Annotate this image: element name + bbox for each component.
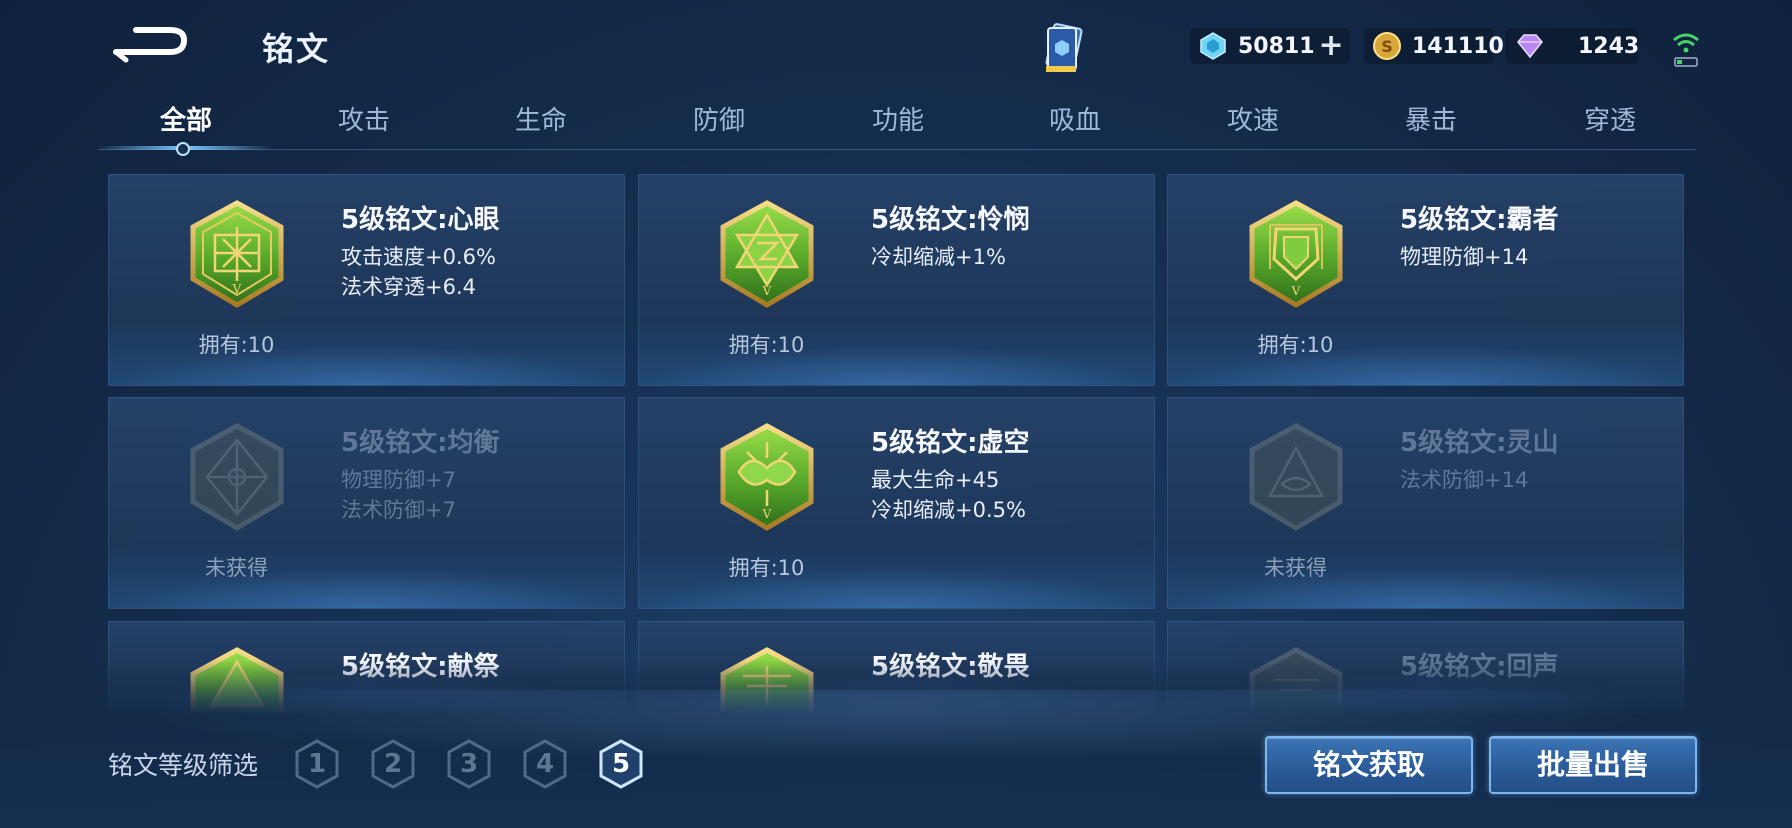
inscription-name: 5级铭文:虚空 <box>871 428 1030 458</box>
inscription-emblem-icon: V <box>720 200 814 308</box>
inscription-emblem-icon: V <box>720 423 814 531</box>
inscription-stat: 法术防御+14 <box>1400 468 1529 492</box>
page-title: 铭文 <box>262 30 331 68</box>
wifi-battery-icon <box>1668 26 1704 68</box>
inscription-stat: 最大生命+45 <box>871 468 1000 492</box>
active-tab-dot <box>176 142 190 156</box>
tab-lifesteal[interactable]: 吸血 <box>1005 100 1145 146</box>
inscription-card-xinyan[interactable]: V 5级铭文:心眼 攻击速度+0.6% 法术穿透+6.4 拥有:10 <box>108 174 625 386</box>
inscription-card-bazhe[interactable]: V 5级铭文:霸者 物理防御+14 拥有:10 <box>1167 174 1684 386</box>
tab-health[interactable]: 生命 <box>471 100 611 146</box>
inscription-stat: 冷却缩减+0.5% <box>871 498 1026 522</box>
svg-text:V: V <box>232 282 242 296</box>
purple-crystal-icon <box>1517 34 1543 59</box>
inscription-emblem-icon: V <box>1249 200 1343 308</box>
add-diamond-button[interactable]: + <box>1319 31 1344 61</box>
inscription-emblem-icon <box>1249 423 1343 531</box>
inscription-emblem-icon: V <box>190 200 284 308</box>
inscription-card-lingshan[interactable]: 5级铭文:灵山 法术防御+14 未获得 <box>1167 397 1684 609</box>
level-filter-4[interactable]: 4 <box>519 738 571 790</box>
level-number: 4 <box>535 749 555 779</box>
level-filter-3[interactable]: 3 <box>443 738 495 790</box>
inscription-stat: 法术防御+7 <box>341 498 456 522</box>
tab-penetration[interactable]: 穿透 <box>1540 100 1680 146</box>
tab-defense[interactable]: 防御 <box>649 100 789 146</box>
inscription-not-obtained: 未获得 <box>1264 556 1327 580</box>
tab-utility[interactable]: 功能 <box>828 100 968 146</box>
inscription-name: 5级铭文:灵山 <box>1400 428 1559 458</box>
inscription-emblem-icon <box>190 423 284 531</box>
inscription-stat: 法术穿透+6.4 <box>341 275 476 299</box>
inscription-name: 5级铭文:霸者 <box>1400 205 1559 235</box>
tab-attack[interactable]: 攻击 <box>294 100 434 146</box>
level-filter-label: 铭文等级筛选 <box>108 751 259 780</box>
diamond-amount: 50811 <box>1238 33 1315 59</box>
bulk-sell-button[interactable]: 批量出售 <box>1489 736 1697 794</box>
inscription-owned-count: 拥有:10 <box>1257 333 1334 357</box>
diamond-icon <box>1200 32 1226 60</box>
inscription-stat: 物理防御+7 <box>341 468 456 492</box>
get-inscription-button[interactable]: 铭文获取 <box>1265 736 1473 794</box>
card-pack-icon[interactable] <box>1036 20 1092 78</box>
level-filter-2[interactable]: 2 <box>367 738 419 790</box>
back-button[interactable] <box>112 22 192 66</box>
gold-coin-icon: S <box>1373 32 1401 60</box>
tabs-divider <box>98 149 1696 150</box>
level-number: 3 <box>459 749 479 779</box>
tab-critical[interactable]: 暴击 <box>1361 100 1501 146</box>
inscription-owned-count: 拥有:10 <box>198 333 275 357</box>
level-number: 1 <box>307 749 327 779</box>
svg-text:V: V <box>762 507 772 521</box>
inscription-stat: 攻击速度+0.6% <box>341 245 496 269</box>
inscription-card-lianmin[interactable]: V 5级铭文:怜悯 冷却缩减+1% 拥有:10 <box>638 174 1155 386</box>
svg-text:V: V <box>762 284 772 298</box>
inscription-not-obtained: 未获得 <box>205 556 268 580</box>
level-filter-1[interactable]: 1 <box>291 738 343 790</box>
diamond-currency: 50811 + <box>1190 28 1350 64</box>
inscription-owned-count: 拥有:10 <box>728 333 805 357</box>
level-number: 2 <box>383 749 403 779</box>
crystal-currency: 1243 <box>1506 28 1640 64</box>
level-filter-5[interactable]: 5 <box>595 738 647 790</box>
svg-text:V: V <box>1291 284 1301 298</box>
tab-all[interactable]: 全部 <box>116 100 256 146</box>
inscription-name: 5级铭文:心眼 <box>341 205 500 235</box>
inscription-card-xukong[interactable]: V 5级铭文:虚空 最大生命+45 冷却缩减+0.5% 拥有:10 <box>638 397 1155 609</box>
inscription-name: 5级铭文:均衡 <box>341 428 500 458</box>
crystal-amount: 1243 <box>1578 33 1640 59</box>
gold-currency: S 141110 <box>1364 28 1504 64</box>
svg-text:S: S <box>1381 37 1393 56</box>
back-arrow-icon <box>113 27 188 63</box>
inscription-stat: 冷却缩减+1% <box>871 245 1006 269</box>
inscription-owned-count: 拥有:10 <box>728 556 805 580</box>
category-tabs: 全部 攻击 生命 防御 功能 吸血 攻速 暴击 穿透 <box>100 100 1700 146</box>
inscription-stat: 物理防御+14 <box>1400 245 1529 269</box>
tab-attack-speed[interactable]: 攻速 <box>1183 100 1323 146</box>
level-number: 5 <box>611 749 631 779</box>
inscription-card-junheng[interactable]: 5级铭文:均衡 物理防御+7 法术防御+7 未获得 <box>108 397 625 609</box>
inscription-name: 5级铭文:怜悯 <box>871 205 1030 235</box>
gold-amount: 141110 <box>1412 33 1504 59</box>
